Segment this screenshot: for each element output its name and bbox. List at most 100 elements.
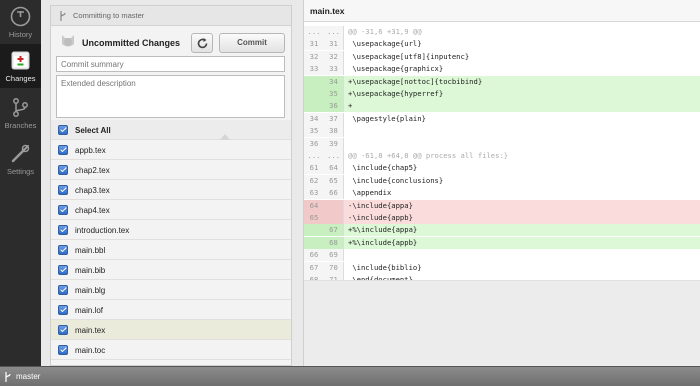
file-checkbox[interactable] xyxy=(58,265,68,275)
file-row[interactable]: main.lof xyxy=(51,300,291,320)
new-line-number: 34 xyxy=(324,75,344,88)
diff-empty-area xyxy=(304,280,700,366)
file-name: main.lof xyxy=(75,306,104,315)
file-name: main.tex xyxy=(75,326,106,335)
branch-status-bar: Committing to master xyxy=(51,6,291,26)
old-line-number: 31 xyxy=(304,38,324,51)
diff-line: 62 65 \include{conclusions} xyxy=(304,174,700,187)
select-all-row[interactable]: Select All xyxy=(51,120,291,140)
commit-summary-input[interactable] xyxy=(56,56,285,72)
file-checkbox[interactable] xyxy=(58,245,68,255)
diff-line: 32 32 \usepackage[utf8]{inputenc} xyxy=(304,50,700,63)
diff-line: 35 38 xyxy=(304,125,700,138)
new-line-number: ... xyxy=(324,26,344,38)
diff-code-text: -\include{appa} xyxy=(348,200,413,210)
file-row[interactable]: introduction.tex xyxy=(51,220,291,240)
diff-code-text: +\usepackage[nottoc]{tocbibind} xyxy=(348,76,483,86)
file-row[interactable]: appb.tex xyxy=(51,140,291,160)
old-line-number xyxy=(304,224,324,237)
file-row[interactable]: main.toc xyxy=(51,340,291,360)
new-line-number xyxy=(324,212,344,224)
diff-code-text: \include{conclusions} xyxy=(348,175,444,185)
history-icon xyxy=(10,6,31,27)
diff-code-text: +%\include{appb} xyxy=(348,237,418,247)
new-line-number: 33 xyxy=(324,63,344,76)
nav-item-history[interactable]: History xyxy=(0,0,41,44)
diff-code-text: + xyxy=(348,101,353,111)
diff-line: 31 31 \usepackage{url} xyxy=(304,38,700,51)
extended-description-input[interactable] xyxy=(56,75,285,118)
new-line-number: 32 xyxy=(324,50,344,63)
file-checkbox[interactable] xyxy=(58,285,68,295)
refresh-button[interactable] xyxy=(191,33,213,53)
file-name: main.bbl xyxy=(75,246,106,255)
branches-icon xyxy=(13,98,28,117)
nav-label-history: History xyxy=(8,30,33,39)
diff-line-added: 67 +%\include{appa} xyxy=(304,224,700,237)
old-line-number: 64 xyxy=(304,199,324,212)
new-line-number: ... xyxy=(324,150,344,162)
file-row[interactable]: chap3.tex xyxy=(51,180,291,200)
nav-item-settings[interactable]: Settings xyxy=(0,137,41,181)
file-checkbox[interactable] xyxy=(58,225,68,235)
nav-item-branches[interactable]: Branches xyxy=(0,91,41,135)
diff-code-text: @@ -61,8 +64,8 @@ process all files:} xyxy=(348,151,509,160)
diff-code-text: \include{chap5} xyxy=(348,163,418,173)
changes-icon xyxy=(11,51,30,70)
select-all-checkbox[interactable] xyxy=(58,125,68,135)
old-line-number: 67 xyxy=(304,261,324,274)
diff-line-added: 68 +%\include{appb} xyxy=(304,236,700,249)
diff-code-text: \pagestyle{plain} xyxy=(348,113,426,123)
file-row[interactable]: chap2.tex xyxy=(51,160,291,180)
file-checkbox[interactable] xyxy=(58,185,68,195)
diff-code-text: -\include{appb} xyxy=(348,213,413,222)
old-line-number xyxy=(304,236,324,249)
current-branch-label[interactable]: master xyxy=(16,372,40,381)
file-name: appb.tex xyxy=(75,146,106,155)
diff-line: 66 69 xyxy=(304,249,700,262)
diff-code-text: \usepackage{url} xyxy=(348,39,422,49)
old-line-number: 34 xyxy=(304,112,324,125)
new-line-number: 37 xyxy=(324,112,344,125)
new-line-number: 67 xyxy=(324,224,344,237)
refresh-icon xyxy=(197,38,208,49)
diff-line-removed: 65 -\include{appb} xyxy=(304,212,700,224)
diff-line: 33 33 \usepackage{graphicx} xyxy=(304,63,700,76)
old-line-number xyxy=(304,88,324,100)
new-line-number: 65 xyxy=(324,174,344,187)
file-row[interactable]: main.blg xyxy=(51,280,291,300)
file-name: chap4.tex xyxy=(75,206,110,215)
file-checkbox[interactable] xyxy=(58,165,68,175)
file-row-selected[interactable]: main.tex xyxy=(51,320,291,340)
file-name: chap2.tex xyxy=(75,166,110,175)
branch-icon xyxy=(5,372,11,382)
old-line-number: 63 xyxy=(304,187,324,200)
commit-panel: Committing to master Uncommitted Changes… xyxy=(50,5,292,366)
old-line-number: ... xyxy=(304,26,324,38)
diff-line: 67 70 \include{biblio} xyxy=(304,261,700,274)
file-row[interactable]: main.bib xyxy=(51,260,291,280)
nav-label-changes: Changes xyxy=(5,74,36,83)
new-line-number: 36 xyxy=(324,100,344,113)
new-line-number: 38 xyxy=(324,125,344,138)
file-row[interactable]: main.bbl xyxy=(51,240,291,260)
nav-label-branches: Branches xyxy=(4,121,37,130)
select-all-label: Select All xyxy=(75,126,111,135)
file-row[interactable]: chap4.tex xyxy=(51,200,291,220)
file-checkbox[interactable] xyxy=(58,205,68,215)
diff-code-text: \appendix xyxy=(348,188,392,198)
new-line-number: 64 xyxy=(324,162,344,175)
diff-code-text: +\usepackage{hyperref} xyxy=(348,89,444,98)
old-line-number: 66 xyxy=(304,249,324,262)
file-checkbox[interactable] xyxy=(58,325,68,335)
file-checkbox[interactable] xyxy=(58,145,68,155)
diff-filename: main.tex xyxy=(310,6,345,16)
diff-line: 34 37 \pagestyle{plain} xyxy=(304,112,700,125)
file-checkbox[interactable] xyxy=(58,345,68,355)
nav-item-changes[interactable]: Changes xyxy=(0,44,41,88)
old-line-number: 61 xyxy=(304,162,324,175)
commit-button[interactable]: Commit xyxy=(219,33,285,53)
file-name: main.toc xyxy=(75,346,106,355)
file-checkbox[interactable] xyxy=(58,305,68,315)
diff-line-added: 34 +\usepackage[nottoc]{tocbibind} xyxy=(304,75,700,88)
